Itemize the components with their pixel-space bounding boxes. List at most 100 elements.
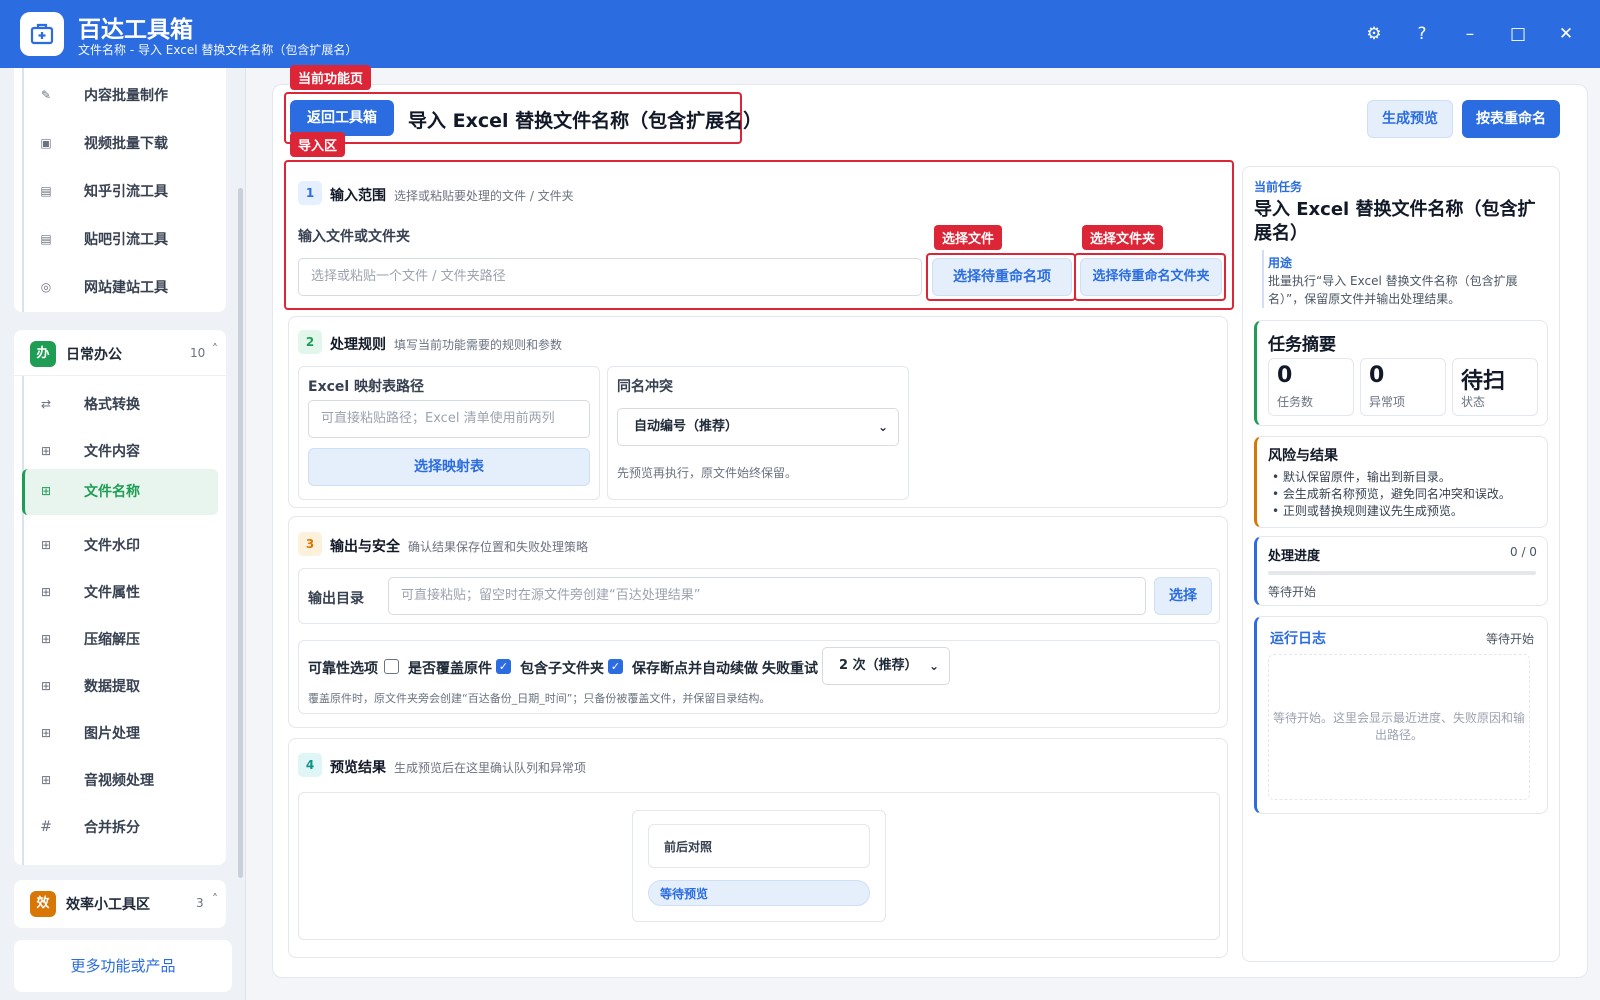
back-to-toolbox-button[interactable]: 返回工具箱 [290,100,394,136]
risk-item: • 正则或替换规则建议先生成预览。 [1272,504,1463,518]
section-title: 输入范围 [330,188,386,204]
sidebar-item-file-content[interactable]: ⊞ 文件内容 [22,429,218,473]
include-subfolders-checkbox[interactable]: ✓ [496,659,511,674]
grid-icon: ⊞ [40,679,52,693]
compare-label: 前后对照 [664,840,713,854]
sidebar-item-label: 知乎引流工具 [84,184,168,200]
section-desc: 生成预览后在这里确认队列和异常项 [394,761,587,775]
sidebar-item-format-convert[interactable]: ⇄ 格式转换 [22,382,218,426]
step-badge: 1 [298,181,322,205]
sidebar-item-label: 文件属性 [84,585,140,601]
output-dir-input[interactable]: 可直接粘贴；留空时在源文件旁创建“百达处理结果” [388,577,1146,615]
help-icon[interactable]: ? [1408,20,1436,48]
sidebar-item-content-batch[interactable]: ✎ 内容批量制作 [22,73,218,117]
zhihu-icon: ▤ [40,184,52,198]
sidebar-item-audio-video[interactable]: ⊞ 音视频处理 [22,758,218,802]
annotation-import-area: 导入区 [290,132,346,157]
sidebar-item-label: 视频批量下载 [84,136,168,152]
section-desc: 选择或粘贴要处理的文件 / 文件夹 [394,189,574,203]
sidebar-item-file-name[interactable]: ⊞ 文件名称 [22,469,218,515]
select-output-button[interactable]: 选择 [1154,577,1212,615]
excel-path-input[interactable]: 可直接粘贴路径；Excel 清单使用前两列 [308,400,590,438]
include-subfolders-label: 包含子文件夹 [520,661,604,677]
group-count: 3 [196,896,204,910]
retry-select[interactable]: 2 次（推荐） ⌄ [822,647,950,685]
app-logo [20,12,64,56]
chevron-up-icon[interactable]: ˄ [212,892,218,906]
risk-item: • 默认保留原件，输出到新目录。 [1272,470,1451,484]
input-path-field[interactable]: 选择或粘贴一个文件 / 文件夹路径 [298,258,922,296]
step-badge: 4 [298,753,322,777]
app-subtitle: 文件名称 - 导入 Excel 替换文件名称（包含扩展名） [78,43,358,57]
sidebar-scrollbar[interactable] [238,188,243,878]
section-desc: 确认结果保存位置和失败处理策略 [408,540,589,554]
minimize-button[interactable]: – [1456,20,1484,48]
more-products-link[interactable]: 更多功能或产品 [14,940,232,992]
chevron-down-icon: ⌄ [877,420,888,434]
sidebar-item-label: 数据提取 [84,679,140,695]
sidebar-item-merge-split[interactable]: # 合并拆分 [22,805,218,849]
sidebar-item-label: 压缩解压 [84,632,140,648]
sidebar-item-file-attributes[interactable]: ⊞ 文件属性 [22,570,218,614]
reliability-label: 可靠性选项 [308,661,378,677]
preview-status-text: 等待预览 [660,887,709,901]
sidebar-item-label: 音视频处理 [84,773,154,789]
overwrite-label: 是否覆盖原件 [408,661,492,677]
group-header-office[interactable]: 办 日常办公 10 ˄ [14,330,226,376]
grid-icon: ⊞ [40,726,52,740]
task-title: 导入 Excel 替换文件名称（包含扩展名） [1254,199,1536,244]
sidebar-item-label: 文件名称 [84,484,140,500]
sidebar-group-tools: 效 效率小工具区 3 ˄ [14,880,226,928]
select-mapping-button[interactable]: 选择映射表 [308,448,590,486]
usage-label: 用途 [1268,256,1293,270]
pencil-icon: ✎ [40,88,52,102]
group-badge: 办 [30,341,56,367]
stat-value: 0 [1277,363,1293,388]
stat-value: 0 [1369,363,1385,388]
field-label: 输出目录 [308,591,364,607]
grid-icon: ⊞ [40,585,52,599]
settings-icon[interactable]: ⚙ [1360,20,1388,48]
select-value: 2 次（推荐） [839,658,918,673]
sidebar-item-label: 合并拆分 [84,820,140,836]
group-count: 10 [190,346,206,360]
group-label: 日常办公 [66,347,122,363]
step-badge: 3 [298,532,322,556]
group-badge: 效 [30,891,56,917]
sidebar-item-label: 文件水印 [84,538,140,554]
field-label: 输入文件或文件夹 [298,229,410,245]
sidebar-item-website[interactable]: ◎ 网站建站工具 [22,265,218,309]
select-rename-items-button[interactable]: 选择待重命名项 [932,258,1072,296]
grid-icon: ⊞ [40,632,52,646]
generate-preview-button[interactable]: 生成预览 [1367,100,1453,138]
maximize-button[interactable]: □ [1504,20,1532,48]
progress-title: 处理进度 [1268,549,1321,564]
usage-text: 批量执行“导入 Excel 替换文件名称（包含扩展名）”，保留原文件并输出处理结… [1268,274,1518,306]
sidebar-item-zhihu[interactable]: ▤ 知乎引流工具 [22,169,218,213]
resume-checkbox[interactable]: ✓ [608,659,623,674]
section-desc: 填写当前功能需要的规则和参数 [394,338,563,352]
select-rename-folder-button[interactable]: 选择待重命名文件夹 [1080,258,1222,296]
conflict-select[interactable]: 自动编号（推荐） ⌄ [617,408,899,446]
close-button[interactable]: ✕ [1552,20,1580,48]
stat-task-count: 0 任务数 [1268,358,1354,416]
grid-icon: ⊞ [40,444,52,458]
rename-by-table-button[interactable]: 按表重命名 [1462,100,1560,138]
sidebar-item-video-download[interactable]: ▣ 视频批量下载 [22,121,218,165]
annotation-select-folder: 选择文件夹 [1082,225,1164,250]
sidebar-item-file-watermark[interactable]: ⊞ 文件水印 [22,523,218,567]
group-header-tools[interactable]: 效 效率小工具区 3 ˄ [14,880,226,926]
sidebar-item-data-extract[interactable]: ⊞ 数据提取 [22,664,218,708]
sidebar-item-label: 格式转换 [84,397,140,413]
overwrite-checkbox[interactable] [384,659,399,674]
stat-error-count: 0 异常项 [1360,358,1446,416]
grid-icon: ⊞ [40,538,52,552]
swap-icon: ⇄ [40,397,52,411]
chevron-up-icon[interactable]: ˄ [212,342,218,356]
sidebar-item-tieba[interactable]: ▤ 贴吧引流工具 [22,217,218,261]
sidebar-item-image[interactable]: ⊞ 图片处理 [22,711,218,755]
progress-track [1268,571,1536,575]
risk-item: • 会生成新名称预览，避免同名冲突和误改。 [1272,487,1511,501]
stat-value: 待扫 [1461,369,1506,394]
sidebar-item-compress[interactable]: ⊞ 压缩解压 [22,617,218,661]
